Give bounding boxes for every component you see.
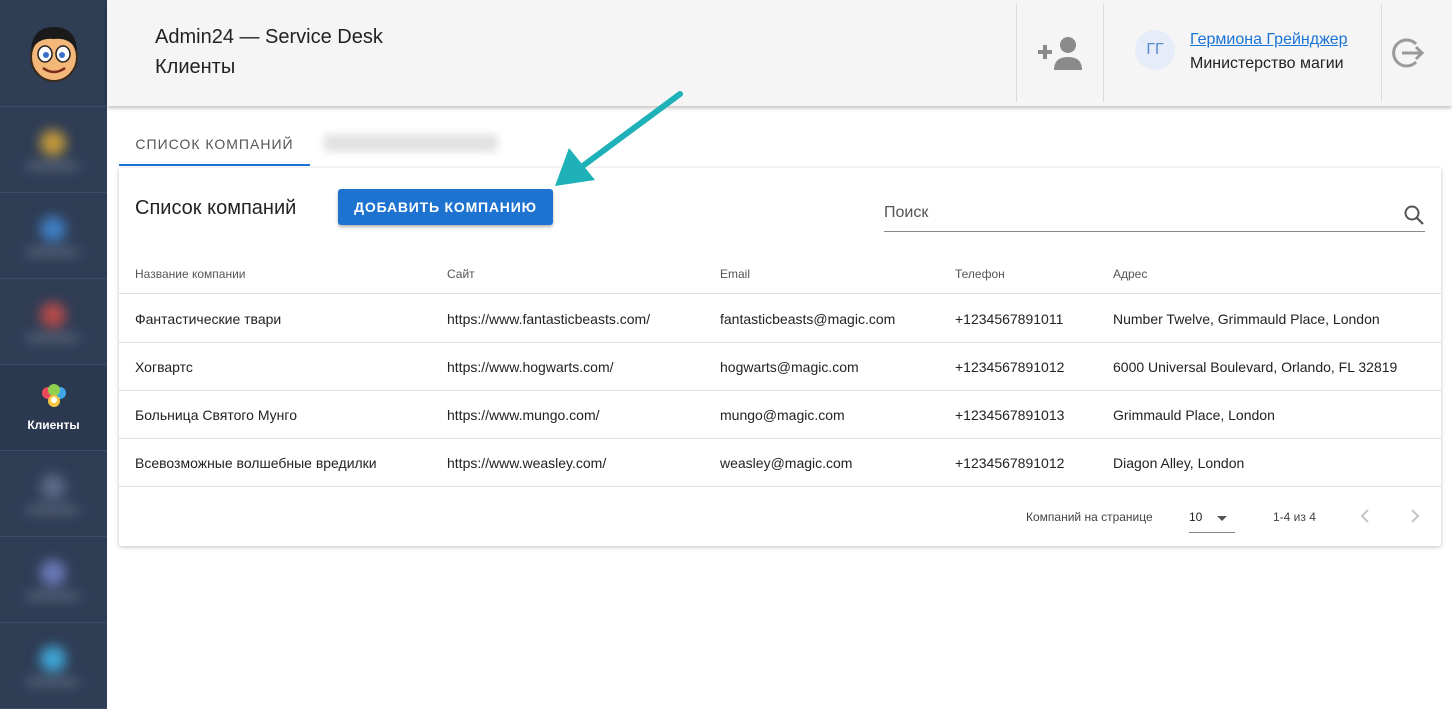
add-user-icon <box>1037 37 1082 70</box>
tab-company-list[interactable]: СПИСОК КОМПАНИЙ <box>119 122 310 166</box>
sidebar-item-3[interactable] <box>0 280 107 365</box>
column-header[interactable]: Адрес <box>1113 267 1147 281</box>
rows-per-page-label: Компаний на странице <box>1026 510 1153 524</box>
app-logo[interactable] <box>0 0 107 107</box>
logout-button[interactable] <box>1384 30 1430 76</box>
page-title: Клиенты <box>155 56 236 78</box>
header-divider <box>1103 4 1104 102</box>
blurred-content <box>6 116 99 184</box>
cell-phone: +1234567891012 <box>955 359 1065 375</box>
cell-company-name: Хогвартс <box>135 359 193 375</box>
top-header: Admin24 — Service Desk Клиенты ГГ Гермио… <box>107 0 1452 106</box>
cell-email: hogwarts@magic.com <box>720 359 859 375</box>
cell-site: https://www.hogwarts.com/ <box>447 359 614 375</box>
column-header[interactable]: Email <box>720 267 750 281</box>
sidebar-item-2[interactable] <box>0 194 107 279</box>
table-row[interactable]: Фантастические твари https://www.fantast… <box>119 295 1441 343</box>
user-avatar: ГГ <box>1135 30 1175 70</box>
blurred-content <box>6 546 99 614</box>
column-header[interactable]: Название компании <box>135 267 245 281</box>
rows-per-page-select[interactable]: 10 <box>1189 502 1235 533</box>
cell-address: 6000 Universal Boulevard, Orlando, FL 32… <box>1113 359 1398 375</box>
cell-site: https://www.fantasticbeasts.com/ <box>447 311 651 327</box>
pagination-range: 1-4 из 4 <box>1273 510 1316 524</box>
cell-phone: +1234567891013 <box>955 407 1065 423</box>
blurred-content <box>6 288 99 356</box>
cell-address: Grimmauld Place, London <box>1113 407 1275 423</box>
cell-address: Number Twelve, Grimmauld Place, London <box>1113 311 1380 327</box>
cell-company-name: Всевозможные волшебные вредилки <box>135 455 377 471</box>
sidebar-item-label: Клиенты <box>27 418 80 432</box>
cell-email: mungo@magic.com <box>720 407 845 423</box>
cell-company-name: Фантастические твари <box>135 311 282 327</box>
add-user-button[interactable] <box>1017 0 1104 106</box>
table-row[interactable]: Больница Святого Мунго https://www.mungo… <box>119 391 1441 439</box>
search-field <box>884 196 1425 232</box>
sidebar-item-clients[interactable]: Клиенты <box>0 366 107 451</box>
cell-site: https://www.weasley.com/ <box>447 455 607 471</box>
chevron-right-icon[interactable] <box>1403 504 1427 528</box>
avatar-logo-icon <box>29 27 78 82</box>
cell-email: weasley@magic.com <box>720 455 853 471</box>
sidebar-item-1[interactable] <box>0 108 107 193</box>
table-row[interactable]: Хогвартс https://www.hogwarts.com/ hogwa… <box>119 343 1441 391</box>
cell-site: https://www.mungo.com/ <box>447 407 600 423</box>
cell-email: fantasticbeasts@magic.com <box>720 311 896 327</box>
caret-down-icon <box>1217 516 1227 521</box>
column-header[interactable]: Сайт <box>447 267 475 281</box>
table-row[interactable]: Всевозможные волшебные вредилки https://… <box>119 439 1441 487</box>
card-title: Список компаний <box>135 197 297 219</box>
add-company-button[interactable]: ДОБАВИТЬ КОМПАНИЮ <box>338 189 553 225</box>
clients-icon <box>41 384 66 407</box>
blurred-content <box>6 202 99 270</box>
app-title: Admin24 — Service Desk <box>155 26 383 48</box>
active-tab-indicator <box>119 164 310 166</box>
table-header: Название компании Сайт Email Телефон Адр… <box>119 256 1441 294</box>
sidebar-item-5[interactable] <box>0 452 107 537</box>
cell-phone: +1234567891012 <box>955 455 1065 471</box>
user-name-link[interactable]: Гермиона Грейнджер <box>1190 31 1348 49</box>
tab-blurred[interactable] <box>324 134 498 152</box>
blurred-content <box>6 632 99 700</box>
user-organization: Министерство магии <box>1190 55 1344 72</box>
sidebar: Клиенты <box>0 0 107 709</box>
column-header[interactable]: Телефон <box>955 267 1005 281</box>
companies-card: Список компаний ДОБАВИТЬ КОМПАНИЮ Назван… <box>119 168 1441 546</box>
chevron-left-icon[interactable] <box>1353 504 1377 528</box>
sidebar-item-6[interactable] <box>0 538 107 623</box>
cell-address: Diagon Alley, London <box>1113 455 1245 471</box>
search-input[interactable] <box>884 196 1384 230</box>
cell-phone: +1234567891011 <box>955 311 1064 327</box>
header-divider <box>1381 4 1382 102</box>
logout-icon <box>1392 38 1425 68</box>
search-icon[interactable] <box>1403 204 1425 226</box>
cell-company-name: Больница Святого Мунго <box>135 407 297 423</box>
sidebar-item-7[interactable] <box>0 624 107 709</box>
blurred-content <box>6 460 99 528</box>
annotation-arrow-icon <box>555 91 683 186</box>
rows-per-page-value: 10 <box>1189 510 1203 524</box>
